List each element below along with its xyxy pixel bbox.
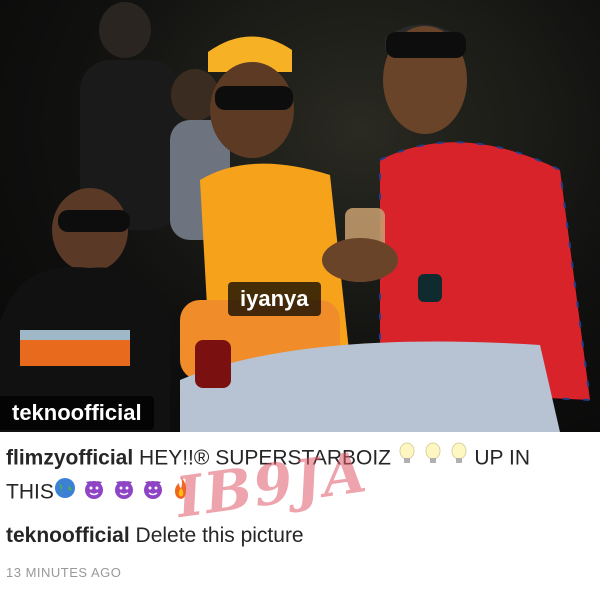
photo-tag-teknoofficial[interactable]: teknoofficial [0,396,154,430]
devil-icon [141,476,165,510]
comment-text-continued: UP IN [474,446,531,470]
comment-text-line2: THIS [6,480,54,504]
photo-tag-iyanya[interactable]: iyanya [228,282,321,316]
light-bulb-icon [423,442,443,476]
comment-item: teknoofficial Delete this picture [6,520,594,552]
light-bulb-icon [449,442,469,476]
devil-icon [82,476,106,510]
comment-timestamp: 13 MINUTES AGO [6,565,122,580]
post-photo[interactable]: iyanya teknoofficial [0,0,600,432]
comment-text: Delete this picture [135,524,304,547]
devil-icon [112,476,136,510]
comment-username[interactable]: flimzyofficial [6,447,133,470]
comment-username[interactable]: teknoofficial [6,524,130,547]
globe-icon [54,477,76,509]
light-bulb-icon [397,442,417,476]
photo-illustration [0,2,592,432]
